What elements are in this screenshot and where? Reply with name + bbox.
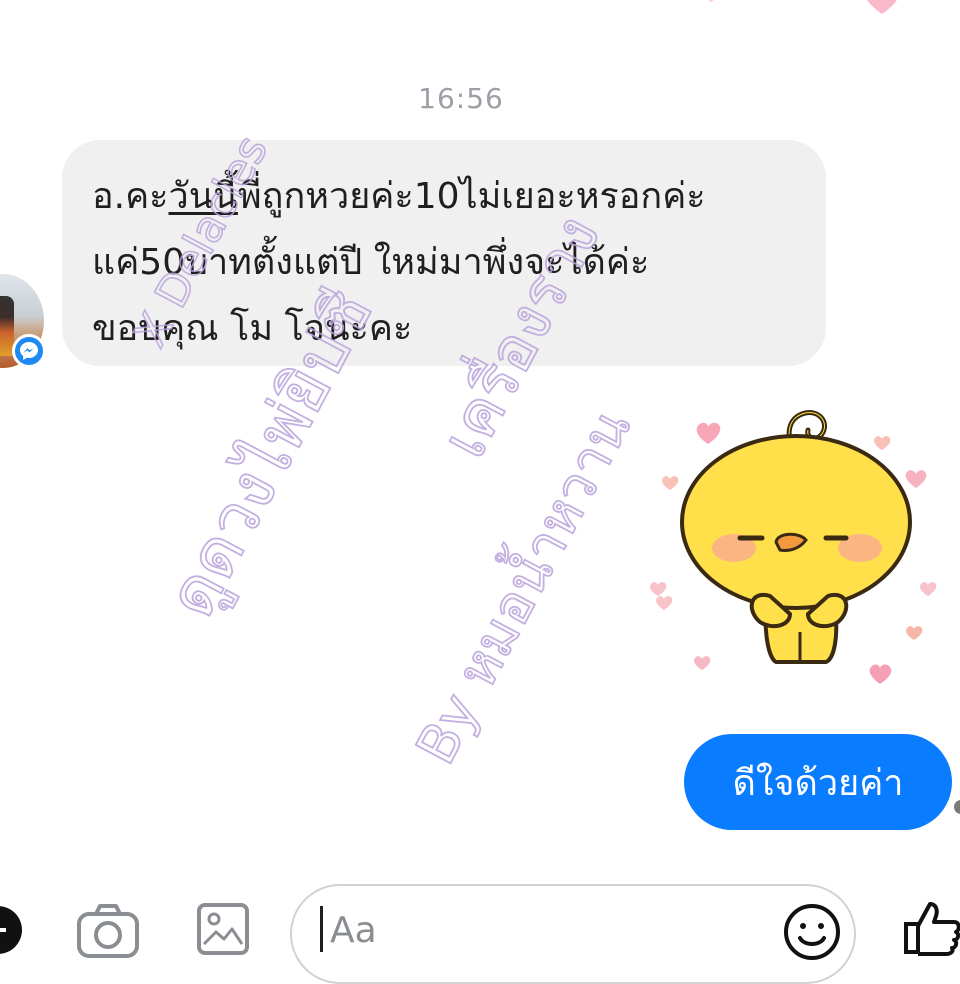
heart-icon: [867, 0, 897, 14]
emoji-icon[interactable]: [782, 902, 842, 962]
incoming-message-bubble[interactable]: อ.คะวันนี้พี่ถูกหวยค่ะ10ไม่เยอะหรอกค่ะ แ…: [62, 140, 826, 366]
heart-icon: [905, 470, 927, 488]
heart-icon: [869, 664, 892, 684]
read-receipt-avatar: [954, 800, 960, 814]
heart-icon: [906, 626, 923, 640]
add-icon[interactable]: [0, 900, 26, 960]
heart-icon: [694, 656, 711, 670]
heart-icon: [696, 422, 721, 444]
incoming-message-line-3: ขอบคุณ โม โจนะคะ: [92, 308, 413, 349]
heart-icon: [656, 596, 673, 610]
heart-icon: [708, 0, 714, 2]
gallery-icon[interactable]: [196, 902, 250, 956]
watermark-line-4: By หมอน้ำหวาน: [398, 397, 643, 774]
heart-icon: [650, 582, 667, 596]
text-caret: [320, 906, 323, 952]
chick-sticker[interactable]: [650, 400, 960, 700]
message-timestamp: 16:56: [418, 82, 504, 115]
outgoing-message-bubble[interactable]: ดีใจด้วยค่า: [684, 734, 952, 830]
thumbs-up-icon[interactable]: [900, 896, 960, 958]
incoming-message-line-2: แค่50บาทตั้งแต่ปี ใหม่มาพึ่งจะได้ค่ะ: [92, 242, 650, 283]
heart-icon: [874, 436, 891, 450]
heart-icon: [920, 582, 937, 596]
incoming-message-line-1: อ.คะวันนี้พี่ถูกหวยค่ะ10ไม่เยอะหรอกค่ะ: [92, 176, 706, 217]
heart-icon: [662, 476, 679, 490]
camera-icon[interactable]: [76, 902, 140, 960]
message-input-placeholder: Aa: [330, 910, 377, 951]
messenger-badge-icon: [12, 334, 46, 368]
